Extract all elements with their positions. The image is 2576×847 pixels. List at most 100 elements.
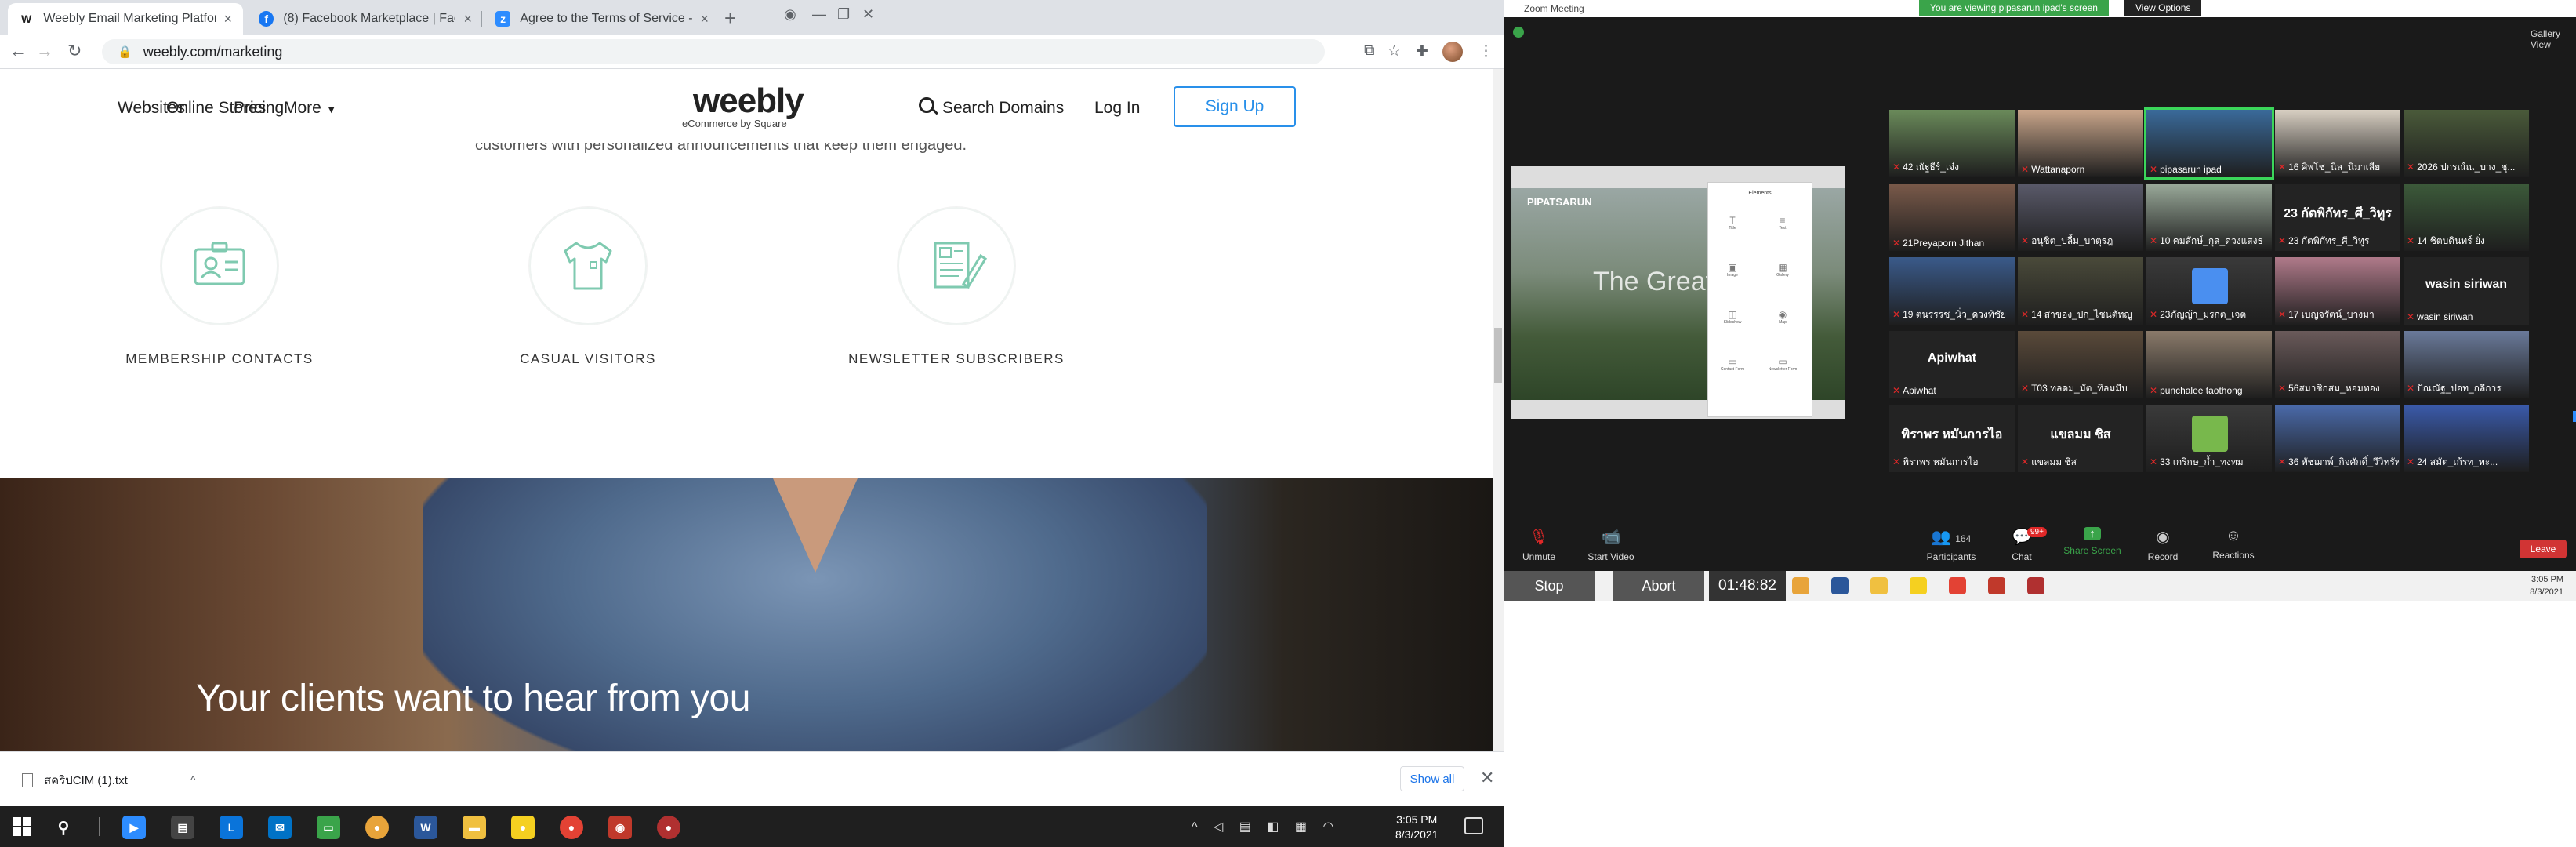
weebly-logo[interactable]: weebly: [693, 82, 804, 121]
nav-more[interactable]: More ▼: [284, 99, 337, 118]
signup-button[interactable]: Sign Up: [1174, 86, 1296, 127]
participant-tile[interactable]: ✕ 2026 ปกรณ์ณ_บาง_ชุ...: [2404, 110, 2529, 177]
page-scrollbar[interactable]: [1493, 69, 1504, 751]
tab-weebly[interactable]: W Weebly Email Marketing Platform ×: [8, 3, 243, 35]
shield-icon[interactable]: [1513, 27, 1524, 38]
recorder-icon[interactable]: [1988, 577, 2005, 594]
new-tab-button[interactable]: +: [724, 6, 736, 31]
shared-screen[interactable]: PIPATSARUN The Great Elements T Title ≡ Te…: [1511, 166, 1845, 419]
gallery-view-button[interactable]: Gallery View: [2531, 28, 2576, 50]
chrome-icon[interactable]: ●: [657, 816, 680, 839]
reactions-button[interactable]: ☺ Reactions: [2198, 527, 2269, 561]
record-button[interactable]: ◉ Record: [2128, 527, 2198, 562]
participant-tile[interactable]: ✕ 24 สมัต_เก้รท_ทะ...: [2404, 405, 2529, 472]
participant-tile[interactable]: ✕ 16 ศิพโช_นิล_นิมาเลีย: [2275, 110, 2400, 177]
participant-tile[interactable]: ✕ Wattanaporn: [2018, 110, 2143, 177]
minimize-icon[interactable]: —: [812, 6, 826, 23]
participant-tile[interactable]: ✕ T03 ทลดม_มัต_ทิลมมีบ: [2018, 331, 2143, 398]
participant-tile[interactable]: ✕ 36 ทัชฌาพ์_กิจศักดิ์_วีวิทรัพย์: [2275, 405, 2400, 472]
menu-icon[interactable]: ⋮: [1478, 42, 1493, 60]
download-item[interactable]: สคริปCIM (1).txt ^: [22, 771, 196, 790]
mail-icon[interactable]: ✉: [268, 816, 292, 839]
media-icon[interactable]: ◉: [784, 6, 796, 23]
folder-icon[interactable]: [1870, 577, 1888, 594]
recorder-icon[interactable]: ◉: [608, 816, 632, 839]
word-icon[interactable]: W: [414, 816, 437, 839]
participant-tile[interactable]: 23 กัตพิกัทร_ศี_วิทูร ✕ 23 กัตพิกัทร_ศี_วิ…: [2275, 184, 2400, 251]
participant-tile[interactable]: ✕ ปัณณัฐ_ปอท_กลีการ: [2404, 331, 2529, 398]
participant-tile[interactable]: ✕ punchalee taothong: [2146, 331, 2272, 398]
address-bar[interactable]: 🔒 weebly.com/marketing: [102, 39, 1325, 64]
participants-button[interactable]: 👥 164 Participants: [1916, 527, 1986, 562]
participant-tile[interactable]: พิราพร หมันการไอ ✕ พิราพร หมันการไอ: [1889, 405, 2015, 472]
stop-button[interactable]: Stop: [1504, 571, 1595, 601]
chat-button[interactable]: 💬 99+ Chat: [1986, 527, 2057, 562]
translate-icon[interactable]: ⧉: [1364, 42, 1375, 60]
back-icon[interactable]: ←: [9, 41, 27, 61]
participant-tile[interactable]: ✕ อนุชิต_ปลื้ม_บาตุรฎ: [2018, 184, 2143, 251]
share-screen-button[interactable]: ↑ Share Screen: [2057, 527, 2128, 556]
app-icon[interactable]: [1910, 577, 1927, 594]
participant-tile[interactable]: ✕ 23ภัญญ้า_มรกต_เจต: [2146, 257, 2272, 325]
participant-tile[interactable]: Apiwhat ✕ Apiwhat: [1889, 331, 2015, 398]
close-window-icon[interactable]: ✕: [862, 6, 874, 23]
start-video-button[interactable]: 📹 Start Video: [1576, 527, 1646, 562]
close-icon[interactable]: ×: [463, 11, 472, 27]
participant-tile[interactable]: ✕ 33 เกริกษ_ก้ำ_ทงทม: [2146, 405, 2272, 472]
login-link[interactable]: Log In: [1094, 99, 1140, 118]
scrollbar-thumb[interactable]: [1494, 328, 1502, 383]
participant-tile[interactable]: ✕ 14 ชิตบดินทร์ ยั่ง: [2404, 184, 2529, 251]
participant-tile[interactable]: ✕ 42 ณัฐธีร์_เจ๋ง: [1889, 110, 2015, 177]
participant-tile[interactable]: ✕ 14 สาของ_ปก_ไชนตัทญู: [2018, 257, 2143, 325]
participant-tile[interactable]: ✕ pipasarun ipad: [2144, 107, 2274, 180]
participant-tile[interactable]: แขลมม ชิส ✕ แขลมม ชิส: [2018, 405, 2143, 472]
more-options-icon[interactable]: ···: [2573, 411, 2576, 422]
chrome-icon[interactable]: ●: [560, 816, 583, 839]
chrome-icon[interactable]: [1792, 577, 1809, 594]
windows-start-icon[interactable]: [13, 817, 31, 836]
forward-icon[interactable]: →: [36, 41, 53, 61]
participant-tile[interactable]: ✕ 56สมาชิกสม_หอมทอง: [2275, 331, 2400, 398]
profile-avatar[interactable]: [1442, 42, 1463, 62]
reload-icon[interactable]: ↻: [67, 41, 82, 61]
participant-tile[interactable]: wasin siriwan ✕ wasin siriwan: [2404, 257, 2529, 325]
system-tray[interactable]: ^ ◁ ▤ ◧ ▦ ◠: [1192, 819, 1340, 834]
restore-icon[interactable]: ❐: [837, 6, 850, 23]
participant-tile[interactable]: ✕ 17 เบญจรัตน์_บางมา: [2275, 257, 2400, 325]
chrome-icon[interactable]: [1949, 577, 1966, 594]
app-icon[interactable]: ●: [511, 816, 535, 839]
participant-tile[interactable]: ✕ 10 คมลักษ์_กุล_ดวงแสงธ: [2146, 184, 2272, 251]
search-icon[interactable]: [919, 97, 934, 113]
l-app-icon[interactable]: L: [220, 816, 243, 839]
unmute-button[interactable]: 🎙 Unmute: [1504, 527, 1574, 562]
window-title: Zoom Meeting: [1524, 3, 1584, 14]
nav-pricing[interactable]: Pricing: [234, 99, 284, 118]
search-domains-link[interactable]: Search Domains: [942, 99, 1064, 118]
close-icon[interactable]: ✕: [1480, 768, 1494, 788]
participant-tile[interactable]: ✕ 21Preyaporn Jithan: [1889, 184, 2015, 251]
line-icon[interactable]: ▭: [317, 816, 340, 839]
folder-icon[interactable]: ▬: [463, 816, 486, 839]
close-icon[interactable]: ×: [223, 11, 232, 27]
chrome-icon[interactable]: [2027, 577, 2044, 594]
view-options-button[interactable]: View Options: [2124, 0, 2202, 16]
word-icon[interactable]: [1831, 577, 1849, 594]
taskbar-clock[interactable]: 3:05 PM 8/3/2021: [1395, 812, 1439, 842]
chevron-up-icon[interactable]: ^: [190, 774, 196, 787]
close-icon[interactable]: ×: [700, 11, 709, 27]
participant-name: ✕ 21Preyaporn Jithan: [1892, 238, 2013, 249]
participant-tile[interactable]: ✕ 19 ตนรรรช_นิ่ว_ดวงทิชัย: [1889, 257, 2015, 325]
tab-facebook[interactable]: f (8) Facebook Marketplace | Facebook ×: [248, 3, 483, 35]
show-all-button[interactable]: Show all: [1400, 766, 1464, 791]
search-icon[interactable]: ⚲: [52, 816, 75, 839]
mic-muted-icon: ✕: [2407, 311, 2415, 322]
chrome-icon[interactable]: ●: [365, 816, 389, 839]
notification-icon[interactable]: [1464, 817, 1483, 834]
leave-button[interactable]: Leave: [2520, 540, 2567, 558]
store-icon[interactable]: ▤: [171, 816, 194, 839]
abort-button[interactable]: Abort: [1613, 571, 1704, 601]
tab-zoom[interactable]: z Agree to the Terms of Service - Zoom ×: [484, 3, 720, 35]
zoom-icon[interactable]: ▶: [122, 816, 146, 839]
extensions-icon[interactable]: ✚: [1416, 42, 1428, 60]
bookmark-star-icon[interactable]: ☆: [1388, 42, 1401, 60]
